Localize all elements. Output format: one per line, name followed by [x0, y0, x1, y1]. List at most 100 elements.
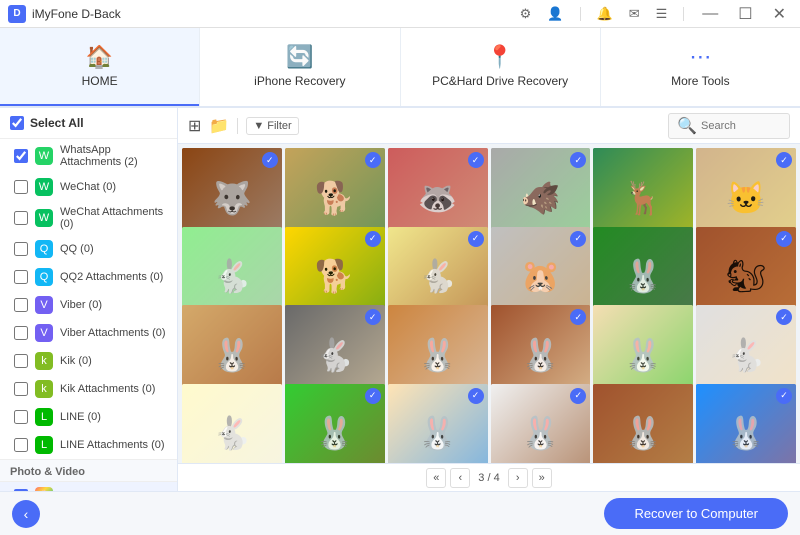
viber-attach-label: Viber Attachments (0) [60, 327, 166, 339]
photo-check-badge: ✓ [776, 388, 792, 404]
sidebar-item-wechat[interactable]: W WeChat (0) [0, 173, 177, 201]
wechat-attach-checkbox[interactable] [14, 211, 28, 225]
sidebar-item-qq[interactable]: Q QQ (0) [0, 235, 177, 263]
photo-cell[interactable]: 🐰✓ [388, 384, 488, 464]
sidebar: Select All W WhatsApp Attachments (2) W … [0, 108, 178, 491]
qq2-label: QQ2 Attachments (0) [60, 271, 163, 283]
toolbar-left: ⊞ 📁 ▼ Filter [188, 116, 299, 136]
wechat-icon: W [35, 178, 53, 196]
nav-home[interactable]: 🏠 HOME [0, 28, 200, 106]
qq2-icon: Q [35, 268, 53, 286]
app-logo: D [8, 5, 26, 23]
search-box[interactable]: 🔍 [668, 113, 790, 139]
whatsapp-label: WhatsApp Attachments (2) [60, 144, 167, 168]
qq-checkbox[interactable] [14, 242, 28, 256]
first-page-button[interactable]: « [426, 468, 446, 488]
line-label: LINE (0) [60, 411, 101, 423]
kik-label: Kik (0) [60, 355, 92, 367]
prev-page-button[interactable]: ‹ [450, 468, 470, 488]
navigation: 🏠 HOME 🔄 iPhone Recovery 📍 PC&Hard Drive… [0, 28, 800, 108]
sidebar-item-kik[interactable]: k Kik (0) [0, 347, 177, 375]
line-icon: L [35, 408, 53, 426]
photo-cell[interactable]: 🐰✓ [285, 384, 385, 464]
viber-icon: V [35, 296, 53, 314]
whatsapp-checkbox[interactable] [14, 149, 28, 163]
filter-label: Filter [267, 120, 291, 132]
photo-animal: 🐇 [182, 384, 282, 464]
sidebar-item-line[interactable]: L LINE (0) [0, 403, 177, 431]
nav-more-tools[interactable]: ⋯ More Tools [601, 28, 800, 106]
kik-checkbox[interactable] [14, 354, 28, 368]
page-info: 3 / 4 [474, 472, 503, 484]
recover-computer-button[interactable]: Recover to Computer [604, 498, 788, 529]
viber-checkbox[interactable] [14, 298, 28, 312]
sidebar-item-kik-attach[interactable]: k Kik Attachments (0) [0, 375, 177, 403]
photos-label: Photos (83) [60, 490, 120, 491]
qq2-checkbox[interactable] [14, 270, 28, 284]
qq-label: QQ (0) [60, 243, 94, 255]
photo-grid: 🐺✓🐕✓🦝✓🐗✓🦌🐱✓🐇🐕✓🐇✓🐹✓🐰🐿✓🐰🐇✓🐰🐰✓🐰🐇✓🐇🐰✓🐰✓🐰✓🐰🐰✓ [178, 144, 800, 463]
qq-icon: Q [35, 240, 53, 258]
photo-cell[interactable]: 🐰✓ [491, 384, 591, 464]
kik-attach-label: Kik Attachments (0) [60, 383, 155, 395]
close-button[interactable]: ✕ [767, 2, 792, 26]
kik-attach-checkbox[interactable] [14, 382, 28, 396]
sidebar-item-whatsapp[interactable]: W WhatsApp Attachments (2) [0, 139, 177, 173]
back-button[interactable]: ‹ [12, 500, 40, 528]
photo-cell[interactable]: 🐰✓ [696, 384, 796, 464]
viber-label: Viber (0) [60, 299, 102, 311]
email-icon[interactable]: ✉ [625, 4, 644, 24]
titlebar: D iMyFone D-Back ⚙ 👤 🔔 ✉ ☰ — ☐ ✕ [0, 0, 800, 28]
select-all-checkbox[interactable] [10, 116, 24, 130]
nav-pc-hard-drive[interactable]: 📍 PC&Hard Drive Recovery [401, 28, 601, 106]
next-page-button[interactable]: › [508, 468, 528, 488]
grid-view-icon[interactable]: ⊞ [188, 116, 201, 136]
nav-more-label: More Tools [671, 74, 729, 88]
sidebar-item-wechat-attach[interactable]: W WeChat Attachments (0) [0, 201, 177, 235]
photo-cell[interactable]: 🐇 [182, 384, 282, 464]
photo-check-badge: ✓ [365, 152, 381, 168]
photo-check-badge: ✓ [365, 309, 381, 325]
titlebar-left: D iMyFone D-Back [8, 5, 121, 23]
menu-icon[interactable]: ☰ [652, 4, 672, 24]
last-page-button[interactable]: » [532, 468, 552, 488]
iphone-recovery-icon: 🔄 [286, 46, 313, 68]
more-tools-icon: ⋯ [689, 46, 711, 68]
line-checkbox[interactable] [14, 410, 28, 424]
minimize-button[interactable]: — [696, 3, 724, 25]
filter-icon: ▼ [253, 120, 264, 132]
nav-iphone-recovery[interactable]: 🔄 iPhone Recovery [200, 28, 400, 106]
wechat-checkbox[interactable] [14, 180, 28, 194]
sidebar-item-viber[interactable]: V Viber (0) [0, 291, 177, 319]
viber-attach-checkbox[interactable] [14, 326, 28, 340]
line-attach-label: LINE Attachments (0) [60, 439, 165, 451]
footer: ‹ Recover to Computer [0, 491, 800, 535]
titlebar-separator2 [683, 7, 684, 21]
sidebar-item-photos[interactable]: 🌸 Photos (83) [0, 482, 177, 491]
kik-attach-icon: k [35, 380, 53, 398]
user-icon[interactable]: 👤 [543, 4, 567, 24]
maximize-button[interactable]: ☐ [732, 2, 758, 26]
notifications-icon[interactable]: 🔔 [593, 4, 617, 24]
folder-icon[interactable]: 📁 [209, 116, 229, 136]
search-input[interactable] [701, 120, 781, 132]
sidebar-item-viber-attach[interactable]: V Viber Attachments (0) [0, 319, 177, 347]
settings-icon[interactable]: ⚙ [516, 4, 536, 24]
sidebar-item-line-attach[interactable]: L LINE Attachments (0) [0, 431, 177, 459]
wechat-attach-label: WeChat Attachments (0) [60, 206, 167, 230]
line-attach-checkbox[interactable] [14, 438, 28, 452]
sidebar-header: Select All [0, 108, 177, 139]
kik-icon: k [35, 352, 53, 370]
sidebar-item-qq2[interactable]: Q QQ2 Attachments (0) [0, 263, 177, 291]
search-icon: 🔍 [677, 116, 697, 136]
toolbar-separator [237, 118, 238, 134]
photo-cell[interactable]: 🐰 [593, 384, 693, 464]
pc-recovery-icon: 📍 [486, 46, 513, 68]
pagination: « ‹ 3 / 4 › » [178, 463, 800, 491]
photos-checkbox[interactable] [14, 489, 28, 491]
photo-check-badge: ✓ [776, 309, 792, 325]
content-toolbar: ⊞ 📁 ▼ Filter 🔍 [178, 108, 800, 144]
filter-button[interactable]: ▼ Filter [246, 117, 298, 135]
photo-check-badge: ✓ [468, 231, 484, 247]
photo-check-badge: ✓ [776, 152, 792, 168]
